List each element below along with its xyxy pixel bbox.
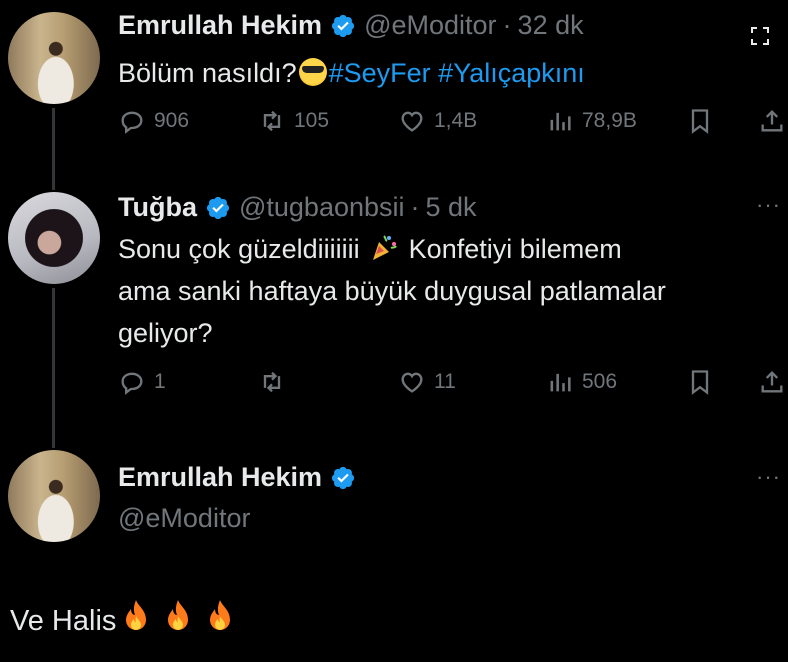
like-count: 11 [434, 370, 456, 393]
bookmark-button[interactable] [686, 368, 714, 396]
action-bar: 1 11 506 [118, 368, 788, 402]
tweet-text-body: Bölüm nasıldı? [118, 58, 297, 88]
retweet-icon [263, 110, 281, 132]
tweet-text-body: Ve Halis [10, 605, 117, 637]
reply-icon [121, 111, 143, 134]
share-icon [761, 371, 783, 393]
action-bar: 906 105 1,4B 78,9B [118, 107, 788, 141]
more-icon[interactable]: ··· [756, 464, 781, 490]
retweet-icon [263, 371, 281, 393]
reply-button[interactable]: 906 [118, 107, 189, 135]
tweet-text-line: geliyor? [118, 318, 213, 348]
tweet-header: Tuğba @tugbaonbsii · 5 dk [118, 192, 477, 223]
verified-icon [330, 13, 356, 39]
reply-count: 906 [154, 109, 190, 132]
views-icon [550, 112, 571, 131]
tweet-text-line: ama sanki haftaya büyük duygusal patlama… [118, 276, 666, 306]
share-button[interactable] [758, 107, 786, 135]
more-icon[interactable]: ··· [756, 192, 781, 218]
tweet-header: Emrullah Hekim @eModitor · 32 dk [118, 10, 584, 41]
retweet-count: 105 [294, 109, 330, 132]
tweet-text: Sonu çok güzeldiiiiiii Konfetiyi bilemem… [118, 228, 666, 354]
reply-button[interactable]: 1 [118, 368, 166, 396]
timestamp[interactable]: 32 dk [518, 10, 584, 41]
avatar[interactable] [8, 192, 100, 284]
fire-emoji [120, 598, 152, 634]
bookmark-button[interactable] [686, 107, 714, 135]
tweet-subheader: @eModitor [118, 503, 250, 534]
tweet-text: Bölüm nasıldı? #SeyFer #Yalıçapkını [118, 52, 585, 94]
timestamp[interactable]: 5 dk [426, 192, 477, 223]
reply-count: 1 [154, 370, 166, 393]
like-icon [401, 111, 423, 132]
hashtag-link[interactable]: #Yalıçapkını [438, 58, 585, 88]
avatar[interactable] [8, 12, 100, 104]
verified-icon [205, 195, 231, 221]
like-button[interactable]: 11 [398, 368, 456, 396]
expand-icon[interactable] [750, 26, 770, 51]
tweet-text-line: Sonu çok güzeldiiiiiii [118, 234, 360, 264]
separator-dot: · [502, 10, 512, 40]
reply-icon [121, 372, 143, 395]
views-button[interactable]: 506 [546, 368, 617, 396]
hashtag-link[interactable]: #SeyFer [329, 58, 431, 88]
share-button[interactable] [758, 368, 786, 396]
display-name[interactable]: Emrullah Hekim [118, 462, 322, 493]
tweet-text-line: Konfetiyi bilemem [408, 234, 622, 264]
thread-connector [52, 288, 55, 448]
bookmark-icon [691, 109, 709, 134]
views-count: 78,9B [582, 109, 637, 132]
retweet-button[interactable]: 105 [258, 107, 329, 135]
tweet-text: Ve Halis [10, 598, 236, 642]
views-button[interactable]: 78,9B [546, 107, 637, 135]
display-name[interactable]: Emrullah Hekim [118, 10, 322, 41]
retweet-button[interactable] [258, 368, 294, 396]
avatar[interactable] [8, 450, 100, 542]
handle[interactable]: @tugbaonbsii [239, 192, 405, 223]
party-popper-emoji [369, 232, 399, 262]
display-name[interactable]: Tuğba [118, 192, 197, 223]
separator-dot: · [410, 192, 420, 222]
tweet-header: Emrullah Hekim [118, 462, 364, 493]
like-count: 1,4B [434, 109, 478, 132]
like-icon [401, 372, 423, 393]
bookmark-icon [691, 370, 709, 395]
views-icon [550, 373, 571, 392]
handle[interactable]: @eModitor [118, 503, 250, 534]
sunglasses-emoji [298, 58, 327, 86]
fire-emoji [162, 598, 194, 634]
fire-emoji [204, 598, 236, 634]
verified-icon [330, 465, 356, 491]
views-count: 506 [582, 370, 618, 393]
handle[interactable]: @eModitor [364, 10, 496, 41]
thread-connector [52, 108, 55, 190]
share-icon [761, 110, 783, 132]
like-button[interactable]: 1,4B [398, 107, 477, 135]
